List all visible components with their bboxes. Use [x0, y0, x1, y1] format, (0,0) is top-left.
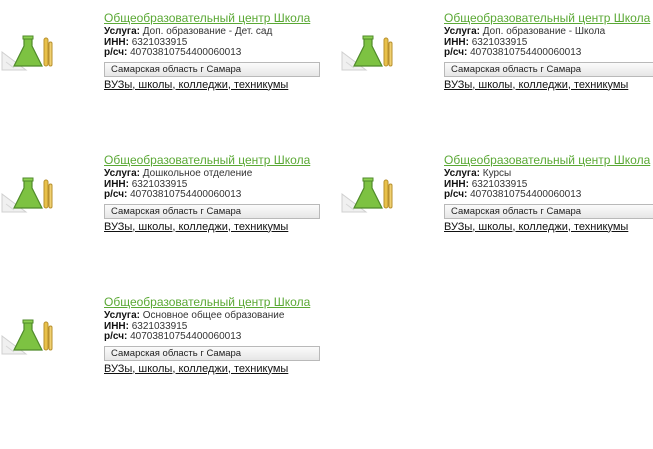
education-lab-icon [340, 32, 394, 72]
account-label: р/сч: [444, 47, 468, 58]
service-label: Услуга: [104, 310, 140, 321]
account-label: р/сч: [104, 47, 128, 58]
organization-title-link[interactable]: Общеобразовательный центр Школа [444, 154, 653, 166]
inn-label: ИНН: [104, 320, 129, 332]
account-line: р/сч: 40703810754400060013 [104, 331, 324, 343]
organization-title-link[interactable]: Общеобразовательный центр Школа [104, 154, 324, 166]
organization-title-link[interactable]: Общеобразовательный центр Школа [104, 296, 324, 308]
account-line: р/сч: 40703810754400060013 [104, 189, 324, 201]
region-button[interactable]: Самарская область г Самара [444, 61, 653, 77]
category-link[interactable]: ВУЗы, школы, колледжи, техникумы [104, 221, 314, 233]
organizations-grid: Общеобразовательный центр Школа Услуга: … [0, 0, 653, 449]
service-label: Услуга: [444, 26, 480, 37]
education-lab-icon [0, 174, 54, 214]
inn-label: ИНН: [104, 36, 129, 48]
account-label: р/сч: [104, 331, 128, 342]
service-label: Услуга: [104, 168, 140, 179]
inn-label: ИНН: [444, 36, 469, 48]
account-line: р/сч: 40703810754400060013 [444, 189, 653, 201]
service-value: Основное общее образование [142, 310, 285, 321]
inn-value: 6321033915 [131, 178, 188, 190]
category-link[interactable]: ВУЗы, школы, колледжи, техникумы [444, 221, 653, 233]
organization-details: Общеобразовательный центр Школа Услуга: … [104, 12, 324, 91]
account-value: 40703810754400060013 [470, 47, 582, 58]
category-link[interactable]: ВУЗы, школы, колледжи, техникумы [104, 363, 314, 375]
organization-details: Общеобразовательный центр Школа Услуга: … [104, 296, 324, 375]
education-lab-icon [0, 32, 54, 72]
service-label: Услуга: [444, 168, 480, 179]
education-lab-icon [0, 316, 54, 356]
organization-title-link[interactable]: Общеобразовательный центр Школа [104, 12, 324, 24]
inn-value: 6321033915 [471, 36, 528, 48]
region-button[interactable]: Самарская область г Самара [104, 61, 320, 77]
region-button[interactable]: Самарская область г Самара [104, 345, 320, 361]
account-value: 40703810754400060013 [130, 189, 242, 200]
account-value: 40703810754400060013 [470, 189, 582, 200]
inn-value: 6321033915 [131, 36, 188, 48]
account-value: 40703810754400060013 [130, 331, 242, 342]
organization-details: Общеобразовательный центр Школа Услуга: … [104, 154, 324, 233]
service-value: Дошкольное отделение [142, 168, 253, 179]
service-value: Доп. образование - Школа [482, 26, 606, 37]
category-link[interactable]: ВУЗы, школы, колледжи, техникумы [444, 79, 653, 91]
organization-title-link[interactable]: Общеобразовательный центр Школа [444, 12, 653, 24]
inn-label: ИНН: [104, 178, 129, 190]
account-line: р/сч: 40703810754400060013 [104, 47, 324, 59]
region-button[interactable]: Самарская область г Самара [104, 203, 320, 219]
organization-details: Общеобразовательный центр Школа Услуга: … [444, 154, 653, 233]
account-label: р/сч: [444, 189, 468, 200]
education-lab-icon [340, 174, 394, 214]
service-value: Доп. образование - Дет. сад [142, 26, 273, 37]
inn-value: 6321033915 [471, 178, 528, 190]
inn-label: ИНН: [444, 178, 469, 190]
service-value: Курсы [482, 168, 512, 179]
region-button[interactable]: Самарская область г Самара [444, 203, 653, 219]
service-label: Услуга: [104, 26, 140, 37]
account-line: р/сч: 40703810754400060013 [444, 47, 653, 59]
account-value: 40703810754400060013 [130, 47, 242, 58]
account-label: р/сч: [104, 189, 128, 200]
category-link[interactable]: ВУЗы, школы, колледжи, техникумы [104, 79, 314, 91]
inn-value: 6321033915 [131, 320, 188, 332]
organization-details: Общеобразовательный центр Школа Услуга: … [444, 12, 653, 91]
